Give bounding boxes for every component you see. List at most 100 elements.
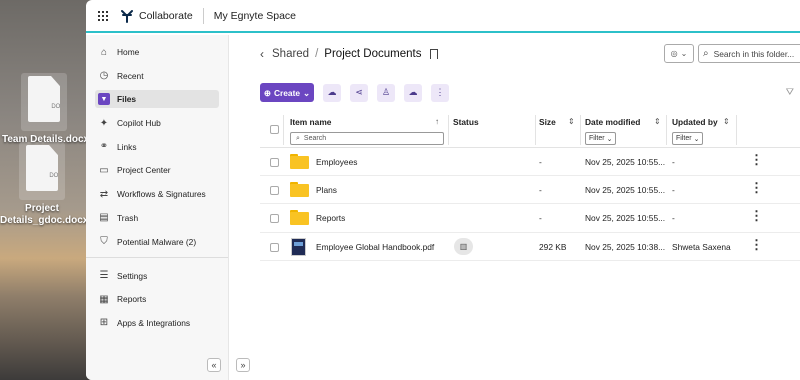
item-date-modified: Nov 25, 2025 10:38... — [585, 241, 666, 252]
item-size: - — [539, 157, 542, 167]
docx-file-icon: DOCX — [28, 76, 60, 122]
bookmark-icon[interactable] — [430, 49, 439, 59]
app-launcher-icon[interactable] — [98, 10, 108, 21]
row-checkbox[interactable] — [270, 242, 279, 252]
folder-search-input[interactable]: ⌕ Search in this folder... — [698, 44, 800, 63]
briefcase-icon: ▭ — [99, 164, 109, 176]
column-divider — [666, 115, 667, 145]
item-name[interactable]: Reports — [316, 213, 345, 223]
trash-icon: ▤ — [99, 212, 109, 224]
report-status-icon[interactable]: ▥ — [454, 237, 473, 255]
file-type-label: DOCX — [49, 173, 67, 179]
breadcrumb-separator: / — [315, 48, 319, 60]
sidebar-item-settings[interactable]: ☰ Settings — [95, 267, 219, 285]
filter-funnel-icon[interactable]: ⛛ — [786, 87, 794, 98]
download-button[interactable]: ☁ — [404, 83, 422, 102]
sidebar-item-label: Reports — [117, 294, 147, 305]
updated-by-filter-dropdown[interactable]: Filter ⌄ — [672, 132, 704, 145]
share-button[interactable]: ⋖ — [350, 83, 368, 102]
more-actions-button[interactable]: ⋮ — [431, 83, 449, 102]
item-name[interactable]: Employee Global Handbook.pdf — [316, 242, 434, 252]
kebab-icon: ⋮ — [435, 87, 445, 97]
table-row[interactable]: Employee Global Handbook.pdf ▥ 292 KB No… — [260, 233, 800, 261]
column-header-status[interactable]: Status — [453, 117, 479, 127]
search-placeholder: Search in this folder... — [713, 48, 795, 59]
sort-ascending-icon[interactable]: ↑ — [435, 117, 439, 126]
page-title: Project Documents — [324, 48, 422, 60]
row-checkbox[interactable] — [270, 214, 279, 224]
target-icon: ◎ — [670, 49, 678, 58]
sidebar-item-copilot-hub[interactable]: ✦ Copilot Hub — [95, 114, 219, 132]
row-more-icon[interactable]: ⋮ — [750, 209, 763, 222]
sidebar-item-files[interactable]: ▼ Files — [95, 90, 219, 109]
sidebar-item-potential-malware[interactable]: ⛉ Potential Malware (2) — [95, 233, 219, 251]
row-checkbox[interactable] — [270, 158, 279, 167]
item-date-modified: Nov 25, 2025 10:55... — [585, 185, 666, 196]
top-bar: Collaborate My Egnyte Space — [86, 0, 800, 33]
select-all-checkbox[interactable] — [270, 125, 279, 134]
column-header-date-modified[interactable]: Date modified — [585, 117, 640, 127]
desktop-file-project-details[interactable]: DOCX Project Details_gdoc.docx — [0, 142, 88, 227]
collapse-sidebar-button[interactable]: « — [207, 358, 221, 372]
upload-button[interactable]: ☁ — [323, 83, 341, 102]
item-updated-by: - — [672, 185, 675, 196]
create-button[interactable]: ⊕ Create ⌄ — [260, 83, 314, 102]
sidebar-item-home[interactable]: ⌂ Home — [95, 43, 219, 61]
file-type-label: DOCX — [51, 104, 69, 110]
column-divider — [580, 115, 581, 145]
docx-file-icon: DOCX — [26, 145, 58, 191]
folder-icon — [290, 210, 309, 226]
space-name[interactable]: My Egnyte Space — [214, 10, 296, 22]
desktop-file-selection: DOCX — [21, 73, 67, 131]
table-row[interactable]: Plans - Nov 25, 2025 10:55... - ⋮ — [260, 176, 800, 205]
link-icon: ⚭ — [99, 141, 109, 153]
table-row[interactable]: Employees - Nov 25, 2025 10:55... - ⋮ — [260, 148, 800, 177]
row-more-icon[interactable]: ⋮ — [750, 153, 763, 166]
column-header-size[interactable]: Size — [539, 117, 556, 127]
sidebar-item-links[interactable]: ⚭ Links — [95, 138, 219, 156]
item-updated-by: - — [672, 157, 675, 167]
sort-toggle-icon[interactable]: ⇕ — [568, 117, 575, 126]
sort-toggle-icon[interactable]: ⇕ — [654, 117, 661, 126]
sidebar-item-project-center[interactable]: ▭ Project Center — [95, 161, 219, 179]
share-icon: ⋖ — [355, 87, 363, 97]
sidebar-divider — [86, 256, 228, 258]
sidebar-item-trash[interactable]: ▤ Trash — [95, 209, 219, 227]
item-size: 292 KB — [539, 241, 567, 252]
sidebar-item-apps-integrations[interactable]: ⊞ Apps & Integrations — [95, 314, 219, 332]
item-size: - — [539, 213, 542, 224]
row-more-icon[interactable]: ⋮ — [750, 181, 763, 194]
column-header-updated-by[interactable]: Updated by — [672, 117, 718, 127]
chevron-down-icon: ⌄ — [693, 135, 700, 143]
sidebar-item-label: Apps & Integrations — [117, 317, 191, 328]
row-more-icon[interactable]: ⋮ — [750, 238, 763, 251]
table-row[interactable]: Reports - Nov 25, 2025 10:55... - ⋮ — [260, 204, 800, 233]
filter-label: Filter — [676, 135, 692, 142]
column-divider — [535, 115, 536, 145]
name-search-input[interactable]: ⌕ Search — [290, 132, 444, 145]
item-date-modified: Nov 25, 2025 10:55... — [585, 213, 666, 224]
date-filter-dropdown[interactable]: Filter ⌄ — [585, 132, 617, 145]
sidebar-item-label: Home — [117, 47, 140, 57]
column-header-name[interactable]: Item name — [290, 117, 331, 127]
item-name[interactable]: Employees — [316, 157, 357, 167]
sidebar-item-workflows[interactable]: ⇄ Workflows & Signatures — [95, 185, 219, 203]
item-name[interactable]: Plans — [316, 185, 337, 195]
pdf-thumbnail-icon — [291, 237, 306, 256]
back-chevron-icon[interactable]: ‹ — [260, 47, 264, 61]
expand-panel-button[interactable]: » — [236, 358, 250, 372]
app-name[interactable]: Collaborate — [139, 10, 193, 22]
view-options-dropdown[interactable]: ◎ ⌄ — [664, 44, 694, 63]
sidebar-item-recent[interactable]: ◷ Recent — [95, 67, 219, 85]
sidebar-item-reports[interactable]: ▦ Reports — [95, 290, 219, 308]
chevron-down-icon: ⌄ — [606, 135, 613, 143]
sidebar-item-label: Settings — [117, 270, 148, 281]
permissions-button[interactable]: ♙ — [377, 83, 395, 102]
sort-toggle-icon[interactable]: ⇕ — [723, 117, 730, 126]
sidebar-nav: ⌂ Home ◷ Recent ▼ Files ✦ Copilot Hub ⚭ Links… — [86, 35, 228, 332]
breadcrumb-parent[interactable]: Shared — [272, 48, 309, 60]
item-updated-by: - — [672, 213, 675, 224]
row-checkbox[interactable] — [270, 186, 279, 196]
desktop-file-team-details[interactable]: DOCX Team Details.docx — [2, 73, 89, 146]
search-icon: ⌕ — [703, 48, 709, 59]
